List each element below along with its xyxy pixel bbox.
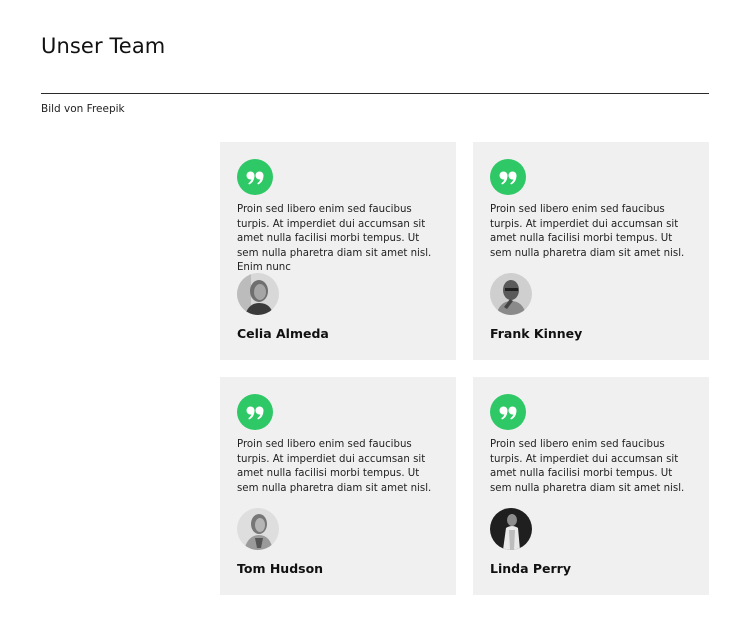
image-credit: Bild von Freepik: [41, 103, 125, 115]
person-name: Linda Perry: [490, 561, 571, 576]
avatar: [237, 508, 279, 550]
testimonial-card: Proin sed libero enim sed faucibus turpi…: [220, 142, 456, 360]
divider: [41, 93, 709, 94]
avatar: [237, 273, 279, 315]
testimonial-quote: Proin sed libero enim sed faucibus turpi…: [490, 204, 685, 259]
quote-icon: [490, 159, 526, 195]
avatar: [490, 508, 532, 550]
page-title: Unser Team: [41, 34, 166, 58]
testimonial-quote: Proin sed libero enim sed faucibus turpi…: [237, 204, 432, 274]
testimonial-card: Proin sed libero enim sed faucibus turpi…: [473, 377, 709, 595]
person-name: Tom Hudson: [237, 561, 324, 576]
person-name: Celia Almeda: [237, 326, 329, 341]
person-name: Frank Kinney: [490, 326, 583, 341]
quote-icon: [237, 159, 273, 195]
testimonial-card: Proin sed libero enim sed faucibus turpi…: [473, 142, 709, 360]
testimonial-quote: Proin sed libero enim sed faucibus turpi…: [490, 439, 685, 494]
quote-icon: [490, 394, 526, 430]
testimonial-quote: Proin sed libero enim sed faucibus turpi…: [237, 439, 432, 494]
quote-icon: [237, 394, 273, 430]
testimonial-card: Proin sed libero enim sed faucibus turpi…: [220, 377, 456, 595]
avatar: [490, 273, 532, 315]
